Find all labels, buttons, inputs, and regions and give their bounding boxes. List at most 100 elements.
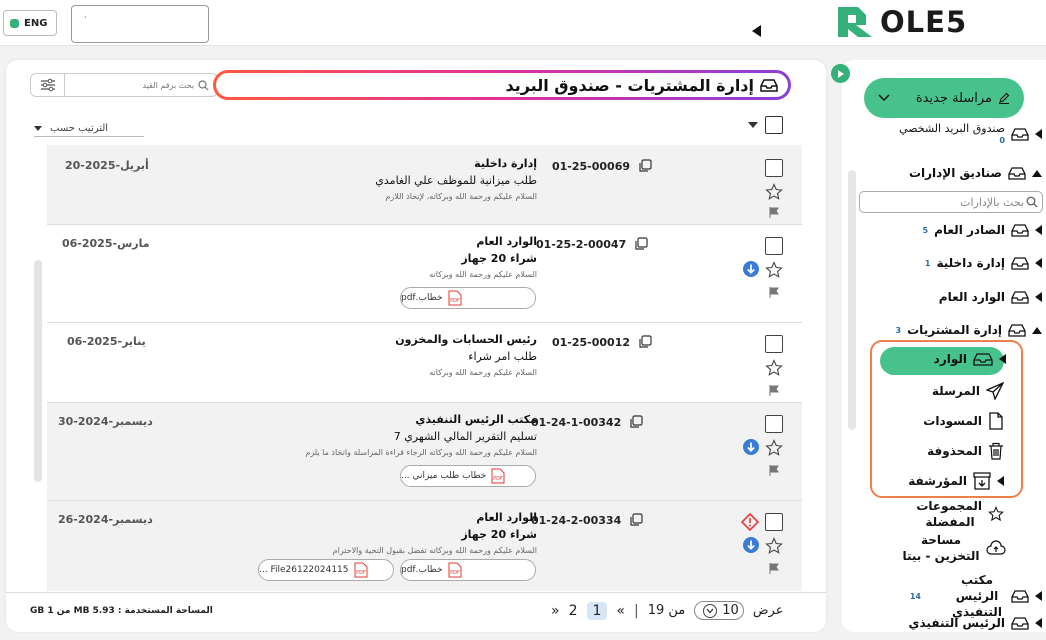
sidebar-item-procurement[interactable]: إدارة المشتريات 3 <box>896 323 1042 337</box>
expand-icon[interactable] <box>999 354 1006 364</box>
top-bar: ENG · OLE5 <box>0 0 1046 46</box>
sidebar-item-storage-beta[interactable]: مساحة التخزين - بيتا <box>902 532 1006 564</box>
sliders-icon <box>40 78 55 92</box>
preview: السلام عليكم ورحمة الله وبركاته تفضل بقب… <box>332 546 537 555</box>
message-row[interactable]: 01-24-2-00334 الوارد العام شراء 20 جهاز … <box>47 501 802 591</box>
reference-search-box[interactable] <box>30 73 218 97</box>
collapse-icon[interactable] <box>1032 326 1042 334</box>
sidebar-item-ceo[interactable]: الرئيس التنفيذي <box>908 616 1042 630</box>
global-search-input[interactable]: · <box>71 5 209 43</box>
inbox-tray-icon <box>1011 257 1029 270</box>
sidebar-item-department-boxes[interactable]: صناديق الإدارات <box>909 166 1042 180</box>
sidebar-item-internal-department[interactable]: إدارة داخلية 1 <box>925 256 1042 270</box>
row-checkbox[interactable] <box>765 415 783 433</box>
flag-icon[interactable] <box>769 563 779 574</box>
flag-icon[interactable] <box>769 287 779 298</box>
folder-label: المؤرشفة <box>908 474 967 488</box>
department-search-input[interactable]: بحث بالإدارات <box>859 191 1043 213</box>
list-scrollbar[interactable] <box>34 260 42 482</box>
flag-icon[interactable] <box>769 465 779 476</box>
last-page-button[interactable]: » <box>551 603 560 619</box>
expand-icon[interactable] <box>1035 128 1042 139</box>
inbox-tray-icon <box>1011 127 1029 141</box>
archive-icon <box>973 472 991 490</box>
search-icon <box>1026 196 1038 208</box>
inbox-tray-icon <box>1011 617 1029 630</box>
collapse-icon[interactable] <box>1032 169 1042 177</box>
folder-inbox[interactable]: الوارد <box>934 352 1006 366</box>
unread-count-badge: 14 <box>909 591 921 601</box>
attachment-chip[interactable]: PDF File26122024115 ... <box>258 559 394 581</box>
preview: السلام عليكم ورحمة الله وبركاته <box>429 368 537 377</box>
flag-icon[interactable] <box>769 385 779 396</box>
star-icon[interactable] <box>765 439 783 457</box>
sidebar-item-label: مكتب الرئيس التنفيذي <box>952 573 1002 619</box>
expand-panel-button[interactable] <box>831 64 850 83</box>
svg-text:PDF: PDF <box>356 570 366 576</box>
page-size-select[interactable]: 10 <box>694 601 744 620</box>
select-all-checkbox[interactable] <box>765 116 783 134</box>
folder-drafts[interactable]: المسودات <box>923 412 1004 430</box>
chevron-down-icon <box>34 126 42 131</box>
message-row[interactable]: 01-25-2-00047 الوارد العام شراء 20 جهاز … <box>47 225 802 323</box>
sidebar-item-personal-inbox[interactable]: صندوق البريد الشخصي 0 <box>899 122 1042 145</box>
folder-deleted[interactable]: المحذوفة <box>927 442 1004 460</box>
inbox-tray-icon <box>1011 224 1029 237</box>
page-2-button[interactable]: 2 <box>569 603 578 619</box>
star-icon[interactable] <box>765 183 783 201</box>
copy-icon[interactable] <box>638 335 652 349</box>
filter-settings-button[interactable] <box>31 74 65 96</box>
row-checkbox[interactable] <box>765 237 783 255</box>
new-message-label: مراسلة جديدة <box>915 90 992 106</box>
star-icon[interactable] <box>765 261 783 279</box>
reference-search-input[interactable] <box>65 80 198 90</box>
row-checkbox[interactable] <box>765 159 783 177</box>
sidebar-item-outgoing-general[interactable]: الصادر العام 5 <box>923 223 1042 237</box>
language-button[interactable]: ENG <box>3 10 57 36</box>
logo-text: OLE5 <box>880 5 968 39</box>
star-icon[interactable] <box>765 537 783 555</box>
sidebar-item-label: إدارة داخلية <box>936 256 1005 270</box>
collapse-sidebar-icon[interactable] <box>752 25 761 37</box>
sidebar-item-incoming-general[interactable]: الوارد العام <box>939 290 1042 304</box>
flag-icon[interactable] <box>769 207 779 218</box>
expand-icon[interactable] <box>1035 258 1042 268</box>
folder-archived[interactable]: المؤرشفة <box>908 472 1004 490</box>
copy-icon[interactable] <box>629 513 643 527</box>
new-message-button[interactable]: مراسلة جديدة <box>864 78 1024 118</box>
sidebar-scrollbar[interactable] <box>848 170 856 430</box>
copy-icon[interactable] <box>629 415 643 429</box>
folder-sent[interactable]: المرسلة <box>932 382 1004 400</box>
expand-icon[interactable] <box>997 476 1004 486</box>
inbox-tray-icon <box>1008 324 1026 337</box>
star-icon[interactable] <box>765 359 783 377</box>
current-page-button[interactable]: 1 <box>586 601 608 620</box>
attachment-chip[interactable]: PDF خطاب طلب ميزاني ... <box>400 465 536 487</box>
message-summary: مكتب الرئيس التنفيذي تسليم التقرير المال… <box>305 411 537 460</box>
cloud-upload-icon <box>986 540 1006 555</box>
sidebar-item-label: إدارة المشتريات <box>907 323 1002 337</box>
storage-usage: المساحة المستخدمة : 5.93 MB من 1 GB <box>30 606 213 616</box>
sender: إدارة داخلية <box>474 157 537 170</box>
row-checkbox[interactable] <box>765 335 783 353</box>
sidebar-item-ceo-office[interactable]: مكتب الرئيس التنفيذي 14 <box>910 572 1042 620</box>
expand-icon[interactable] <box>1035 225 1042 235</box>
expand-icon[interactable] <box>1035 292 1042 302</box>
message-row[interactable]: 01-24-1-00342 مكتب الرئيس التنفيذي تسليم… <box>47 403 802 501</box>
first-page-button[interactable]: « <box>616 603 625 619</box>
pdf-file-icon: PDF <box>354 562 367 578</box>
message-row[interactable]: 01-25-00069 إدارة داخلية طلب ميزانية للم… <box>47 145 802 225</box>
trash-icon <box>989 442 1003 460</box>
expand-icon[interactable] <box>1035 591 1042 601</box>
copy-icon[interactable] <box>638 159 652 173</box>
copy-icon[interactable] <box>634 237 648 251</box>
message-date: 20-أبريل-2025 <box>65 159 149 172</box>
attachment-chip[interactable]: PDF خطاب.pdf <box>400 559 536 581</box>
sort-dropdown[interactable]: الترتيب حسب <box>34 123 144 137</box>
row-checkbox[interactable] <box>765 513 783 531</box>
select-options-icon[interactable] <box>748 122 758 128</box>
message-row[interactable]: 01-25-00012 رئيس الحسابات والمخزون طلب ا… <box>47 323 802 403</box>
expand-icon[interactable] <box>1035 618 1042 628</box>
attachment-chip[interactable]: PDF خطاب.pdf <box>400 287 536 309</box>
sidebar-item-favorites[interactable]: المجموعات المفضلة <box>916 498 1004 530</box>
